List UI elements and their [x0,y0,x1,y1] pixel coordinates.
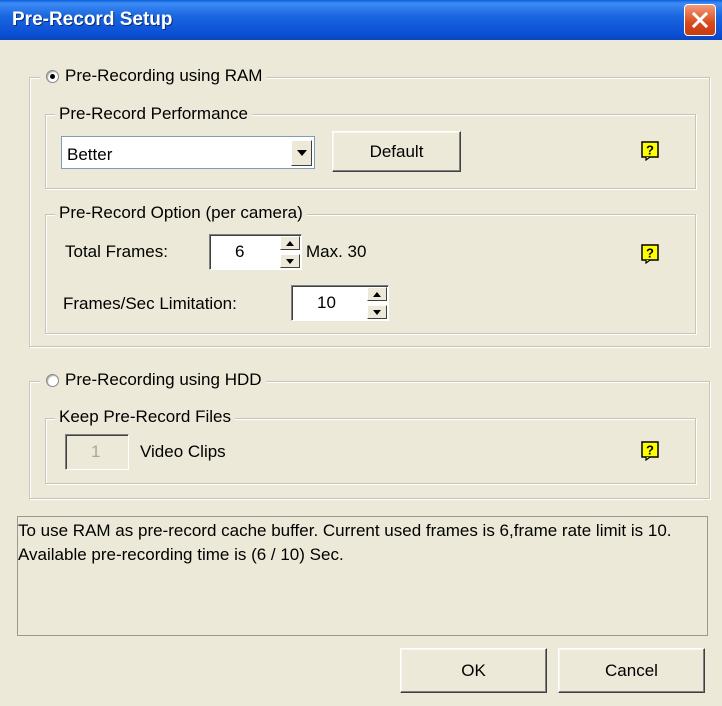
ok-button[interactable]: OK [400,648,547,693]
total-frames-label: Total Frames: [65,242,168,261]
fps-value[interactable]: 10 [317,293,336,313]
performance-legend: Pre-Record Performance [55,104,252,124]
pre-record-setup-dialog: Pre-Record Setup Pre-Recording using RAM… [0,0,722,706]
total-frames-down-button[interactable] [280,254,300,268]
options-legend: Pre-Record Option (per camera) [55,203,307,223]
dropdown-arrow-button[interactable] [291,140,312,166]
total-frames-spinner[interactable]: 6 [209,234,302,270]
performance-select[interactable]: Better [61,136,315,169]
default-button[interactable]: Default [332,131,461,172]
title-bar[interactable]: Pre-Record Setup [0,0,722,40]
arrow-down-icon [373,309,381,315]
fps-spinner[interactable]: 10 [291,285,389,321]
max-frames-label: Max. 30 [306,242,367,261]
info-panel: To use RAM as pre-record cache buffer. C… [17,516,708,636]
radio-dot [50,74,55,79]
ram-radio[interactable] [46,70,59,83]
close-icon [691,11,709,29]
ram-radio-row[interactable]: Pre-Recording using RAM [40,66,267,86]
hdd-radio-label: Pre-Recording using HDD [65,370,262,389]
close-button[interactable] [684,4,716,36]
hdd-radio-row[interactable]: Pre-Recording using HDD [40,370,266,390]
svg-text:?: ? [646,443,654,458]
options-help-button[interactable]: ? [641,244,661,264]
keep-files-legend: Keep Pre-Record Files [55,407,235,427]
arrow-up-icon [286,240,294,246]
fps-down-button[interactable] [367,305,387,319]
info-text: To use RAM as pre-record cache buffer. C… [18,521,672,564]
help-icon: ? [641,441,659,461]
total-frames-value[interactable]: 6 [235,242,244,262]
video-clips-field[interactable]: 1 [65,434,129,470]
video-clips-value[interactable]: 1 [91,442,100,462]
svg-text:?: ? [646,246,654,261]
arrow-down-icon [286,258,294,264]
fps-label: Frames/Sec Limitation: [63,294,237,313]
chevron-down-icon [296,150,307,156]
arrow-up-icon [373,291,381,297]
help-icon: ? [641,141,659,161]
performance-help-button[interactable]: ? [641,141,661,161]
window-title: Pre-Record Setup [12,9,173,30]
hdd-radio[interactable] [46,374,59,387]
fps-up-button[interactable] [367,287,387,301]
video-clips-label: Video Clips [140,442,226,461]
help-icon: ? [641,244,659,264]
keep-files-help-button[interactable]: ? [641,441,661,461]
ram-radio-label: Pre-Recording using RAM [65,66,263,85]
total-frames-up-button[interactable] [280,236,300,250]
performance-select-value: Better [67,145,113,164]
cancel-button[interactable]: Cancel [558,648,705,693]
svg-text:?: ? [646,143,654,158]
